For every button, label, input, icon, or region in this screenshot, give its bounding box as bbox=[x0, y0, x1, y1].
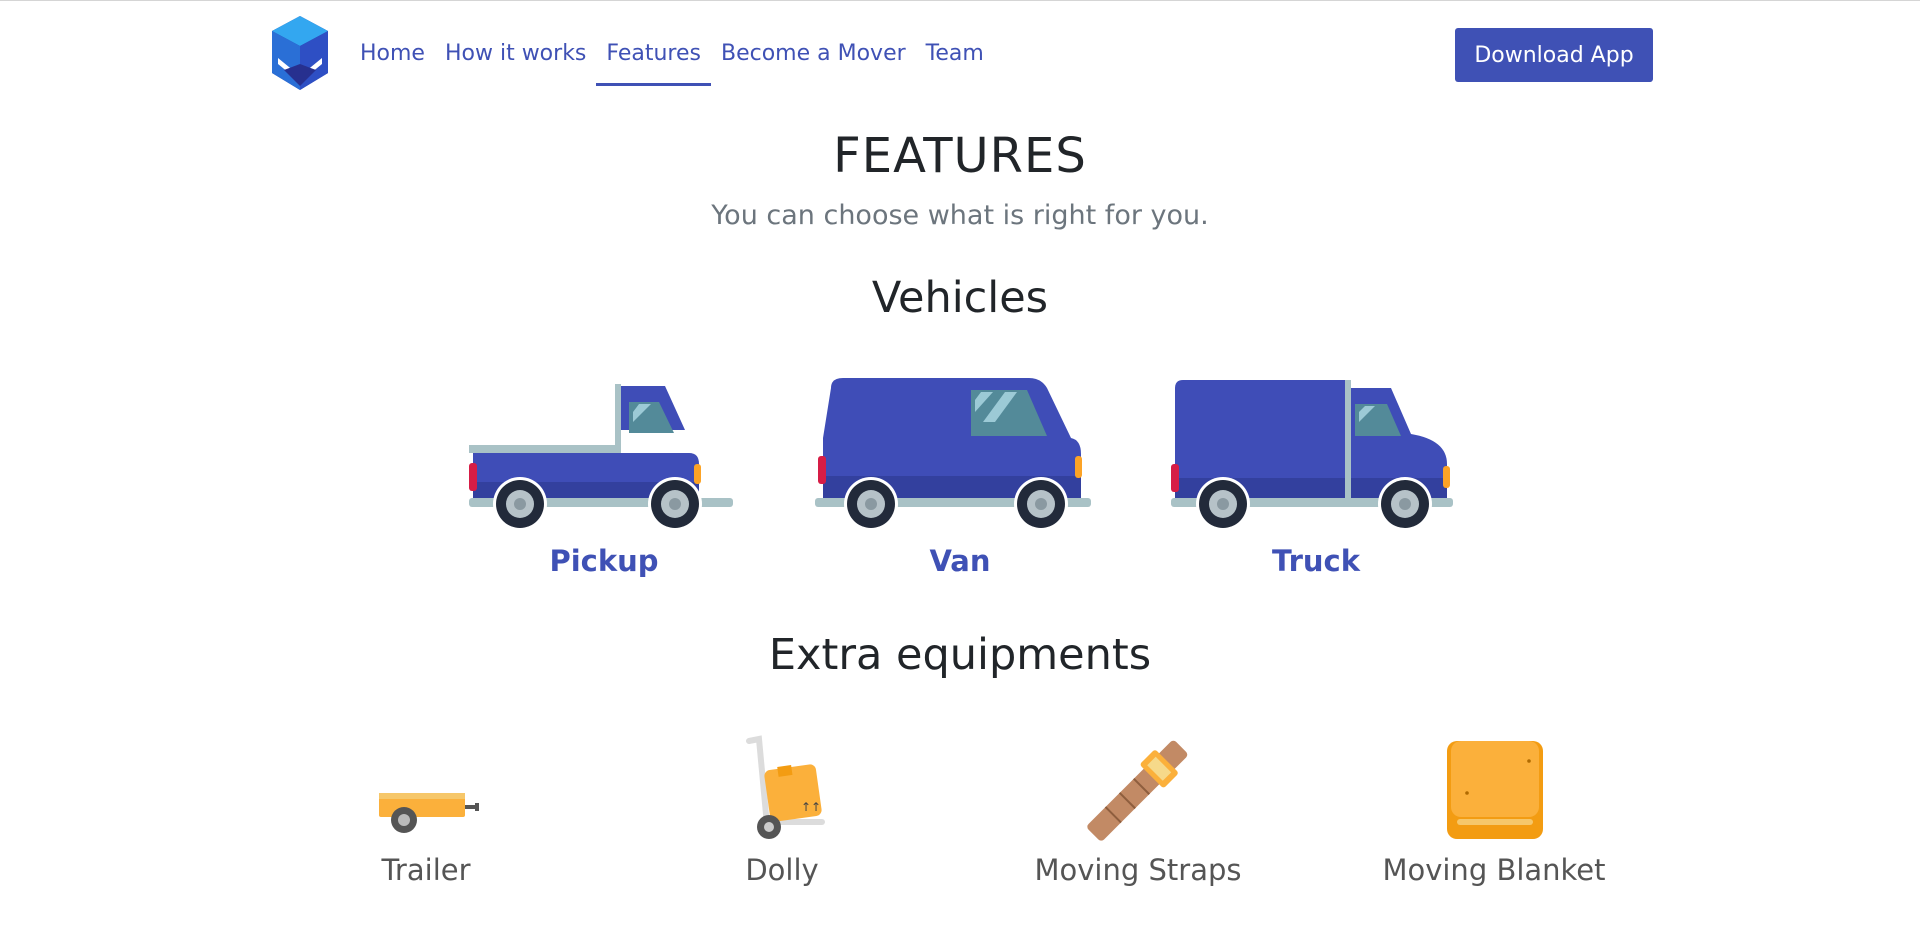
equipment-trailer[interactable]: Trailer bbox=[276, 735, 576, 887]
nav-links: Home How it works Features Become a Move… bbox=[350, 39, 994, 86]
vehicles-title: Vehicles bbox=[871, 273, 1049, 323]
nav-home[interactable]: Home bbox=[350, 39, 435, 84]
download-app-button[interactable]: Download App bbox=[1455, 28, 1653, 82]
equipment-title: Extra equipments bbox=[768, 630, 1152, 680]
box-truck-icon bbox=[1171, 380, 1453, 531]
equipment-blanket[interactable]: Moving Blanket bbox=[1344, 735, 1644, 887]
trailer-icon bbox=[379, 793, 479, 833]
vehicle-van[interactable]: Van bbox=[810, 378, 1110, 578]
vehicle-van-label: Van bbox=[929, 544, 991, 578]
blanket-icon bbox=[1447, 741, 1543, 839]
vehicle-truck[interactable]: Truck bbox=[1166, 378, 1466, 578]
page-subtitle: You can choose what is right for you. bbox=[711, 200, 1209, 231]
pickup-truck-icon bbox=[469, 384, 733, 531]
equipment-straps-label: Moving Straps bbox=[1034, 853, 1242, 887]
page-title: FEATURES bbox=[833, 128, 1087, 184]
nav-team[interactable]: Team bbox=[916, 39, 994, 84]
vehicle-truck-label: Truck bbox=[1271, 544, 1361, 578]
vehicle-pickup[interactable]: Pickup bbox=[454, 378, 754, 578]
dolly-icon: ↑↑ bbox=[746, 735, 825, 839]
strap-icon bbox=[1087, 740, 1188, 841]
equipment-dolly-label: Dolly bbox=[745, 853, 819, 887]
vehicle-pickup-label: Pickup bbox=[549, 544, 659, 578]
nav-become-mover[interactable]: Become a Mover bbox=[711, 39, 916, 84]
equipment-straps[interactable]: Moving Straps bbox=[988, 735, 1288, 887]
equipment-trailer-label: Trailer bbox=[381, 853, 471, 887]
svg-text:↑↑: ↑↑ bbox=[801, 800, 821, 814]
navbar: Home How it works Features Become a Move… bbox=[0, 1, 1920, 107]
equipment-dolly[interactable]: ↑↑ Dolly bbox=[632, 735, 932, 887]
equipment-blanket-label: Moving Blanket bbox=[1382, 853, 1606, 887]
van-icon bbox=[815, 378, 1091, 531]
nav-how-it-works[interactable]: How it works bbox=[435, 39, 596, 84]
nav-features[interactable]: Features bbox=[596, 39, 711, 86]
mover-logo-icon[interactable] bbox=[270, 16, 330, 92]
